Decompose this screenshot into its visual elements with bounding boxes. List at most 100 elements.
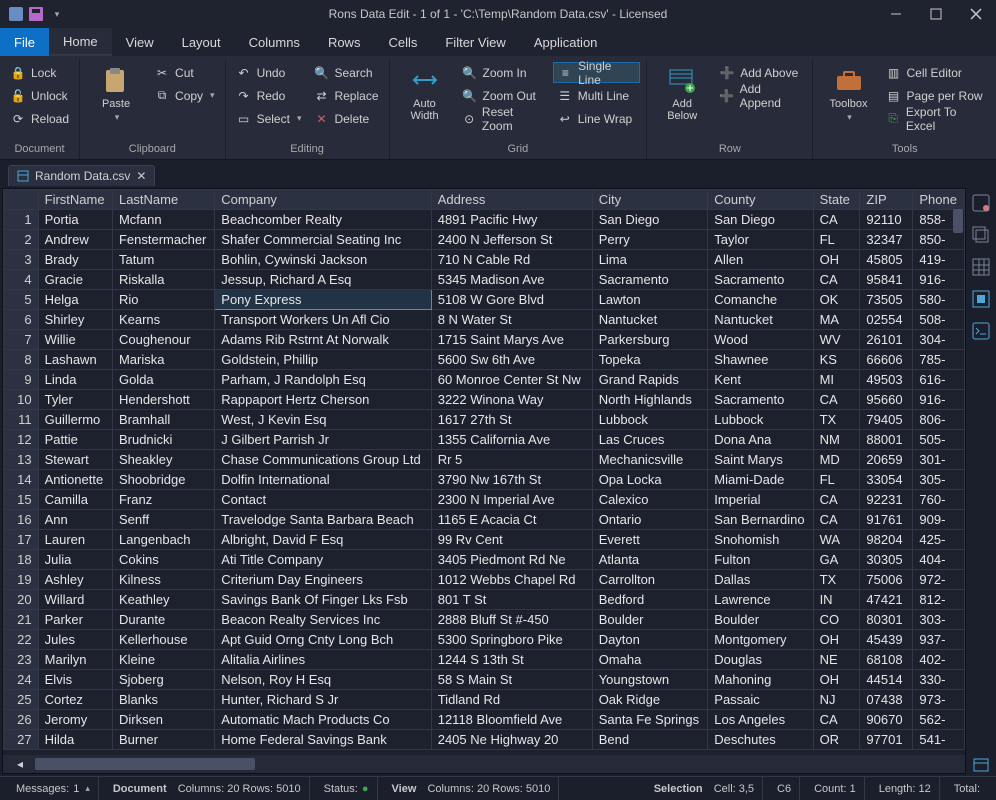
data-cell[interactable]: 2400 N Jefferson St bbox=[431, 230, 592, 250]
cell-editor-button[interactable]: ▥Cell Editor bbox=[882, 62, 990, 83]
table-row[interactable]: 13StewartSheakleyChase Communications Gr… bbox=[4, 450, 965, 470]
data-cell[interactable]: Adams Rib Rstrnt At Norwalk bbox=[215, 330, 431, 350]
data-cell[interactable]: Shawnee bbox=[708, 350, 813, 370]
data-cell[interactable]: Taylor bbox=[708, 230, 813, 250]
data-cell[interactable]: Franz bbox=[112, 490, 214, 510]
data-cell[interactable]: Opa Locka bbox=[592, 470, 708, 490]
data-cell[interactable]: Goldstein, Phillip bbox=[215, 350, 431, 370]
data-cell[interactable]: Deschutes bbox=[708, 730, 813, 750]
data-cell[interactable]: Tidland Rd bbox=[431, 690, 592, 710]
column-header[interactable]: State bbox=[813, 190, 860, 210]
row-number-cell[interactable]: 4 bbox=[4, 270, 39, 290]
data-cell[interactable]: 49503 bbox=[860, 370, 913, 390]
data-cell[interactable]: Dolfin International bbox=[215, 470, 431, 490]
data-cell[interactable]: Jeromy bbox=[38, 710, 112, 730]
reset-zoom-button[interactable]: ⊙Reset Zoom bbox=[458, 108, 549, 129]
data-cell[interactable]: MI bbox=[813, 370, 860, 390]
row-number-cell[interactable]: 18 bbox=[4, 550, 39, 570]
table-row[interactable]: 25CortezBlanksHunter, Richard S JrTidlan… bbox=[4, 690, 965, 710]
data-cell[interactable]: TX bbox=[813, 570, 860, 590]
data-cell[interactable]: 92231 bbox=[860, 490, 913, 510]
row-number-cell[interactable]: 10 bbox=[4, 390, 39, 410]
data-cell[interactable]: KS bbox=[813, 350, 860, 370]
data-cell[interactable]: 5300 Springboro Pike bbox=[431, 630, 592, 650]
data-cell[interactable]: TX bbox=[813, 410, 860, 430]
data-cell[interactable]: Sacramento bbox=[708, 270, 813, 290]
data-cell[interactable]: Chase Communications Group Ltd bbox=[215, 450, 431, 470]
data-cell[interactable]: 1617 27th St bbox=[431, 410, 592, 430]
data-cell[interactable]: 90670 bbox=[860, 710, 913, 730]
data-cell[interactable]: Sacramento bbox=[708, 390, 813, 410]
add-below-button[interactable]: Add Below bbox=[653, 62, 711, 141]
data-cell[interactable]: Willie bbox=[38, 330, 112, 350]
data-cell[interactable]: Topeka bbox=[592, 350, 708, 370]
data-cell[interactable]: CA bbox=[813, 270, 860, 290]
data-cell[interactable]: Kilness bbox=[112, 570, 214, 590]
rail-terminal-icon[interactable] bbox=[970, 320, 992, 342]
data-cell[interactable]: Atlanta bbox=[592, 550, 708, 570]
data-cell[interactable]: Everett bbox=[592, 530, 708, 550]
zoom-in-button[interactable]: 🔍Zoom In bbox=[458, 62, 549, 83]
data-cell[interactable]: CA bbox=[813, 390, 860, 410]
menu-cells[interactable]: Cells bbox=[374, 28, 431, 56]
table-row[interactable]: 19AshleyKilnessCriterium Day Engineers10… bbox=[4, 570, 965, 590]
data-cell[interactable]: 60 Monroe Center St Nw bbox=[431, 370, 592, 390]
data-cell[interactable]: 07438 bbox=[860, 690, 913, 710]
data-cell[interactable]: 95841 bbox=[860, 270, 913, 290]
data-cell[interactable]: 12118 Bloomfield Ave bbox=[431, 710, 592, 730]
data-cell[interactable]: Alitalia Airlines bbox=[215, 650, 431, 670]
data-cell[interactable]: Ann bbox=[38, 510, 112, 530]
data-cell[interactable]: FL bbox=[813, 230, 860, 250]
data-cell[interactable]: Bedford bbox=[592, 590, 708, 610]
data-cell[interactable]: CA bbox=[813, 490, 860, 510]
data-cell[interactable]: 2405 Ne Highway 20 bbox=[431, 730, 592, 750]
data-cell[interactable]: Fulton bbox=[708, 550, 813, 570]
data-cell[interactable]: NJ bbox=[813, 690, 860, 710]
menu-filter-view[interactable]: Filter View bbox=[431, 28, 519, 56]
save-icon[interactable] bbox=[28, 6, 44, 22]
data-cell[interactable]: Gracie bbox=[38, 270, 112, 290]
redo-button[interactable]: ↷Redo bbox=[232, 85, 306, 106]
table-row[interactable]: 6ShirleyKearnsTransport Workers Un Afl C… bbox=[4, 310, 965, 330]
data-cell[interactable]: Boulder bbox=[592, 610, 708, 630]
data-cell[interactable]: Travelodge Santa Barbara Beach bbox=[215, 510, 431, 530]
data-cell[interactable]: 47421 bbox=[860, 590, 913, 610]
data-cell[interactable]: 95660 bbox=[860, 390, 913, 410]
column-header[interactable]: County bbox=[708, 190, 813, 210]
data-cell[interactable]: Lashawn bbox=[38, 350, 112, 370]
data-cell[interactable]: 2300 N Imperial Ave bbox=[431, 490, 592, 510]
data-cell[interactable]: 99 Rv Cent bbox=[431, 530, 592, 550]
data-cell[interactable]: WA bbox=[813, 530, 860, 550]
row-number-cell[interactable]: 7 bbox=[4, 330, 39, 350]
data-cell[interactable]: 1012 Webbs Chapel Rd bbox=[431, 570, 592, 590]
auto-width-button[interactable]: Auto Width bbox=[396, 62, 454, 141]
column-header[interactable]: Address bbox=[431, 190, 592, 210]
menu-columns[interactable]: Columns bbox=[235, 28, 314, 56]
data-cell[interactable]: Jessup, Richard A Esq bbox=[215, 270, 431, 290]
column-header[interactable]: Company bbox=[215, 190, 431, 210]
data-cell[interactable]: 80301 bbox=[860, 610, 913, 630]
row-number-cell[interactable]: 26 bbox=[4, 710, 39, 730]
data-cell[interactable]: Brady bbox=[38, 250, 112, 270]
replace-button[interactable]: ⇄Replace bbox=[309, 85, 382, 106]
data-cell[interactable]: Dallas bbox=[708, 570, 813, 590]
data-cell[interactable]: Hilda bbox=[38, 730, 112, 750]
rail-windows-icon[interactable] bbox=[970, 224, 992, 246]
data-cell[interactable]: Cortez bbox=[38, 690, 112, 710]
minimize-button[interactable] bbox=[876, 0, 916, 28]
table-row[interactable]: 23MarilynKleineAlitalia Airlines1244 S 1… bbox=[4, 650, 965, 670]
data-cell[interactable]: 98204 bbox=[860, 530, 913, 550]
table-row[interactable]: 2AndrewFenstermacherShafer Commercial Se… bbox=[4, 230, 965, 250]
data-cell[interactable]: Nantucket bbox=[592, 310, 708, 330]
table-row[interactable]: 3BradyTatumBohlin, Cywinski Jackson710 N… bbox=[4, 250, 965, 270]
lock-button[interactable]: 🔒Lock bbox=[6, 62, 73, 83]
data-cell[interactable]: Grand Rapids bbox=[592, 370, 708, 390]
row-number-cell[interactable]: 22 bbox=[4, 630, 39, 650]
data-cell[interactable]: Beachcomber Realty bbox=[215, 210, 431, 230]
data-cell[interactable]: 3790 Nw 167th St bbox=[431, 470, 592, 490]
data-cell[interactable]: Willard bbox=[38, 590, 112, 610]
table-row[interactable]: 17LaurenLangenbachAlbright, David F Esq9… bbox=[4, 530, 965, 550]
data-cell[interactable]: OR bbox=[813, 730, 860, 750]
column-header[interactable]: Phone bbox=[913, 190, 965, 210]
data-cell[interactable]: Pattie bbox=[38, 430, 112, 450]
